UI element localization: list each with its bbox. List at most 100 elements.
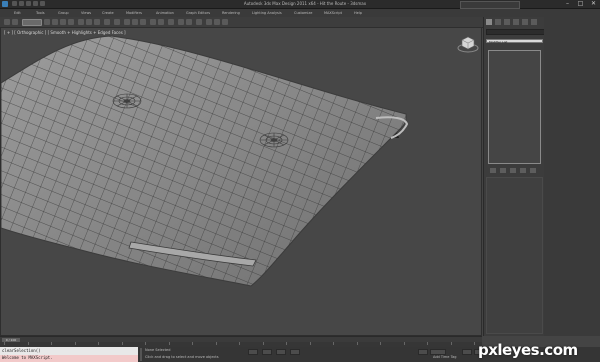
open-icon[interactable] [19,1,24,6]
layer-manager-icon[interactable] [168,19,174,25]
remove-modifier-icon[interactable] [520,168,526,173]
track-bar-tick [239,342,240,345]
material-editor-icon[interactable] [196,19,202,25]
auto-key-button[interactable] [418,349,428,355]
maximize-button[interactable]: □ [575,0,586,8]
prompt-line: Click and drag to select and move object… [145,355,219,359]
menu-lighting-analysis[interactable]: Lighting Analysis [252,9,282,17]
z-coordinate-field[interactable] [290,349,300,355]
perspective-viewport[interactable]: [ + ] [ Orthographic ] [ Smooth + Highli… [0,27,482,336]
create-tab-icon[interactable] [486,19,492,25]
align-icon[interactable] [158,19,164,25]
status-divider [140,348,142,361]
menu-edit[interactable]: Edit [14,9,21,17]
tuft-left [112,93,142,109]
track-bar-tick [286,342,287,345]
track-bar-tick [74,342,76,345]
track-bar-tick [145,342,146,345]
menu-views[interactable]: Views [81,9,91,17]
cushion-mesh [1,35,409,287]
mirror-icon[interactable] [150,19,156,25]
add-time-tag-label[interactable]: Add Time Tag [433,355,457,359]
rectangular-selection-icon[interactable] [60,19,66,25]
menu-create[interactable]: Create [102,9,114,17]
menu-help[interactable]: Help [354,9,362,17]
modifier-stack[interactable] [488,50,541,164]
minimize-button[interactable]: – [562,0,573,8]
track-bar-tick [51,342,52,345]
utilities-tab-icon[interactable] [531,19,537,25]
curve-editor-icon[interactable] [178,19,184,25]
window-title: Autodesk 3ds Max Design 2011 x64 - Hit t… [243,1,367,6]
object-name-field[interactable] [486,29,545,35]
modify-tab-icon[interactable] [495,19,501,25]
command-panel-rollouts [486,177,543,334]
track-bar-tick [450,342,452,345]
menu-rendering[interactable]: Rendering [222,9,240,17]
command-panel-tabs [486,19,543,25]
select-object-icon[interactable] [44,19,50,25]
track-bar-tick [380,342,381,345]
menu-maxscript[interactable]: MAXScript [324,9,342,17]
viewcube-icon[interactable] [457,34,479,54]
watermark-logo: pxleyes.com [478,341,578,359]
menu-tools[interactable]: Tools [36,9,45,17]
select-and-scale-icon[interactable] [94,19,100,25]
select-and-rotate-icon[interactable] [86,19,92,25]
app-menu-icon[interactable] [2,1,8,7]
lock-selection-icon[interactable] [248,349,258,355]
command-panel: Modifier List [483,17,545,336]
close-button[interactable]: ✕ [588,0,599,8]
configure-sets-icon[interactable] [530,168,536,173]
track-bar-tick [192,342,193,345]
redo-tool-icon[interactable] [12,19,18,25]
set-key-button[interactable] [430,349,446,355]
pin-stack-icon[interactable] [490,168,496,173]
maxscript-line-2-bg: Welcome to MAXScript. [0,355,138,362]
maxscript-listener[interactable]: clearSelection() Welcome to MAXScript. [0,347,138,362]
redo-icon[interactable] [40,1,45,6]
menu-group[interactable]: Group [58,9,69,17]
y-coordinate-field[interactable] [276,349,286,355]
track-bar-tick [215,342,217,345]
select-and-move-icon[interactable] [78,19,84,25]
make-unique-icon[interactable] [510,168,516,173]
rendered-frame-window-icon[interactable] [214,19,220,25]
tuft-right [259,132,289,148]
reference-coordinate-icon[interactable] [104,19,110,25]
track-bar-tick [4,342,5,345]
hierarchy-tab-icon[interactable] [504,19,510,25]
show-end-result-icon[interactable] [500,168,506,173]
new-icon[interactable] [12,1,17,6]
undo-icon[interactable] [33,1,38,6]
go-to-start-icon[interactable] [462,349,472,355]
right-empty-area [544,17,600,336]
select-by-name-icon[interactable] [52,19,58,25]
maxscript-line-2: Welcome to MAXScript. [2,355,53,360]
x-coordinate-field[interactable] [262,349,272,355]
track-bar-tick [427,342,428,345]
schematic-view-icon[interactable] [186,19,192,25]
menu-bar: Edit Tools Group Views Create Modifiers … [0,9,600,17]
title-bar: Autodesk 3ds Max Design 2011 x64 - Hit t… [0,0,600,9]
maxscript-line-1: clearSelection() [2,348,41,353]
menu-graph-editors[interactable]: Graph Editors [186,9,210,17]
track-bar-tick [121,342,123,345]
display-tab-icon[interactable] [522,19,528,25]
undo-tool-icon[interactable] [4,19,10,25]
angle-snap-icon[interactable] [132,19,138,25]
render-production-icon[interactable] [222,19,228,25]
selection-filter-dropdown[interactable] [22,19,42,26]
window-crossing-icon[interactable] [68,19,74,25]
snaps-toggle-icon[interactable] [124,19,130,25]
percent-snap-icon[interactable] [140,19,146,25]
pivot-center-icon[interactable] [114,19,120,25]
modifier-list-dropdown[interactable]: Modifier List [486,39,543,44]
menu-modifiers[interactable]: Modifiers [126,9,142,17]
menu-customize[interactable]: Customize [294,9,312,17]
save-icon[interactable] [26,1,31,6]
menu-animation[interactable]: Animation [156,9,174,17]
infocenter-search-input[interactable] [460,1,520,9]
render-setup-icon[interactable] [206,19,212,25]
motion-tab-icon[interactable] [513,19,519,25]
